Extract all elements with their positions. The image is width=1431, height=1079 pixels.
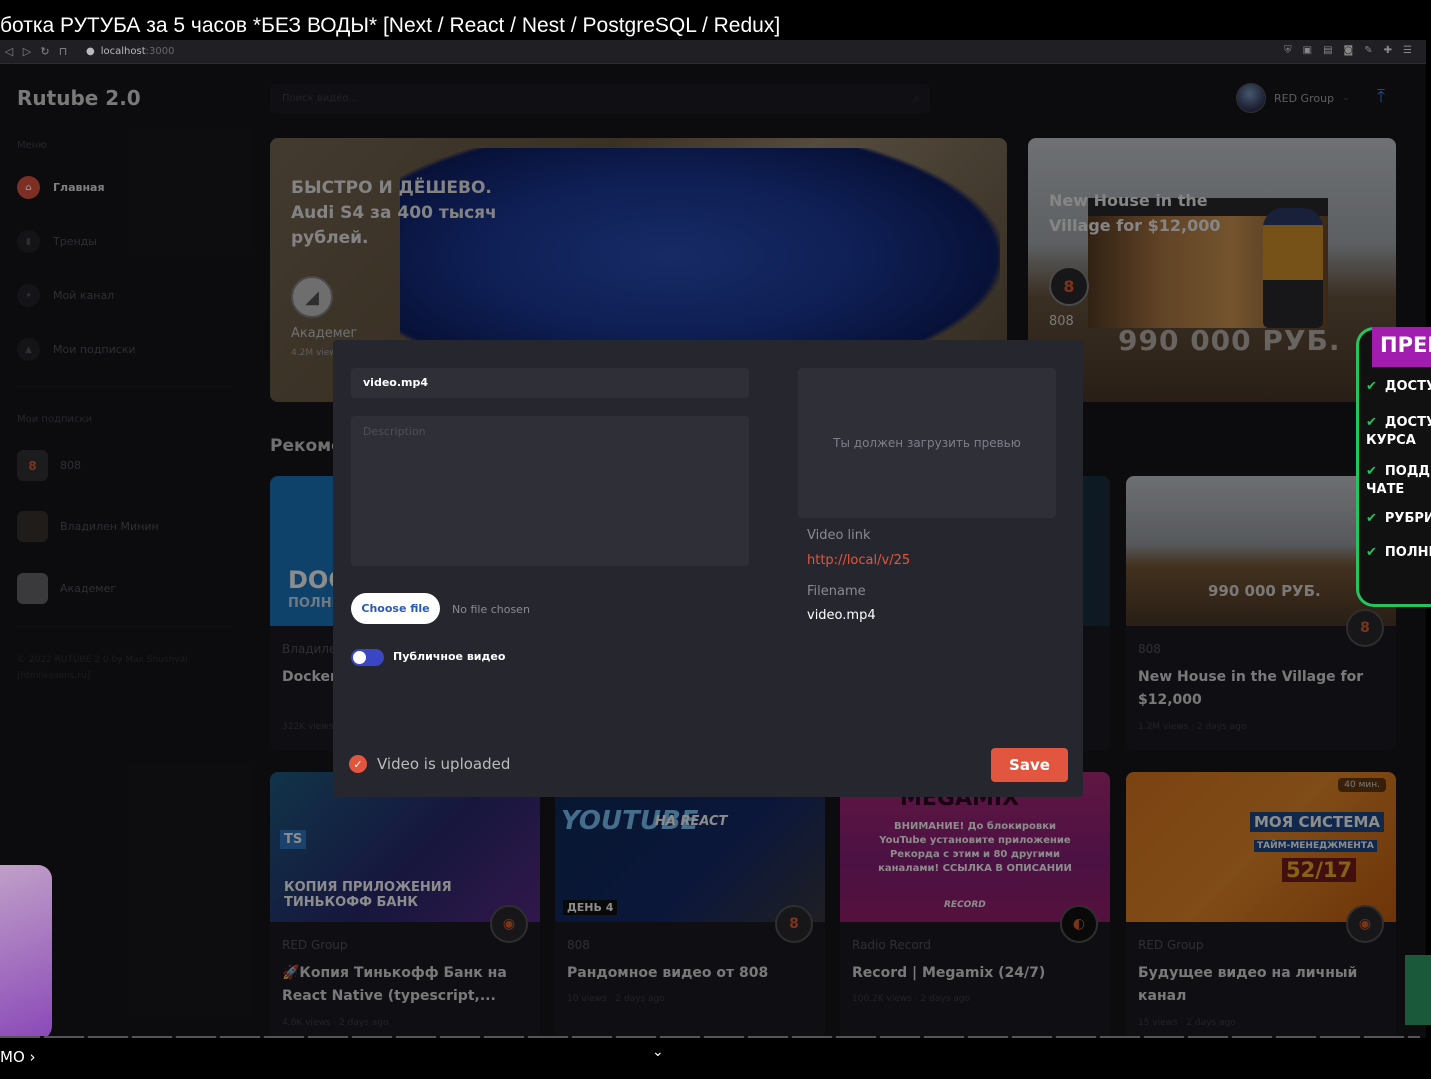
forward-icon[interactable]: ▷ (18, 45, 36, 58)
video-title: ботка РУТУБА за 5 часов *БЕЗ ВОДЫ* [Next… (0, 14, 781, 37)
promo-item: ✔ ПОЛНЫ (1366, 544, 1431, 562)
back-icon[interactable]: ◁ (0, 45, 18, 58)
side-tab[interactable] (0, 865, 52, 1040)
promo-item: ✔ ДОСТУ КУРСА (1366, 414, 1431, 450)
filename-value: video.mp4 (807, 608, 876, 623)
puzzle-icon[interactable]: ✚ (1384, 45, 1392, 56)
check-icon: ✓ (349, 755, 367, 773)
video-name-input[interactable]: video.mp4 (351, 368, 749, 398)
browser-window: ◁ ▷ ↻ ⊓ ● localhost:3000 ⛨ ▣ ▤ ◙ ✎ ✚ ☰ R… (0, 40, 1426, 1040)
bottom-link[interactable]: МО › (0, 1048, 36, 1066)
decorative-panel (1405, 955, 1431, 1025)
address-bar[interactable]: ● localhost:3000 (86, 46, 174, 57)
url-port: :3000 (145, 46, 175, 57)
thumbnail-upload-area[interactable]: Ты должен загрузить превью (798, 368, 1056, 518)
video-link[interactable]: http://local/v/25 (807, 553, 910, 568)
save-button[interactable]: Save (991, 748, 1068, 782)
url-host: localhost (100, 46, 146, 57)
upload-status: ✓ Video is uploaded (349, 755, 510, 773)
promo-item: ✔ ДОСТУ (1366, 378, 1431, 396)
shield-icon[interactable]: ⛨ (1284, 45, 1292, 56)
promo-text: ПОЛНЫ (1384, 545, 1431, 560)
description-input[interactable]: Description (351, 416, 749, 566)
bookmark-icon[interactable]: ⊓ (54, 45, 72, 58)
filename-label: Filename (807, 584, 866, 599)
check-icon: ✔ (1366, 545, 1377, 560)
promo-text: РУБРИ (1384, 511, 1431, 526)
extension-icon[interactable]: ▣ (1303, 45, 1312, 56)
app: Rutube 2.0 Меню ⌂ Главная ▮ Тренды ✦ Мой… (0, 64, 1426, 1040)
player-controls (0, 1038, 1431, 1079)
preview-placeholder: Ты должен загрузить превью (833, 436, 1021, 450)
upload-modal: video.mp4 Description Choose file No fil… (333, 340, 1083, 797)
reload-icon[interactable]: ↻ (36, 45, 54, 58)
menu-icon[interactable]: ☰ (1403, 45, 1412, 56)
public-toggle[interactable] (351, 649, 384, 666)
info-icon: ● (86, 46, 95, 57)
upload-status-text: Video is uploaded (377, 755, 511, 773)
promo-item: ✔ПОДДЕ ЧАТЕ (1366, 463, 1431, 499)
toggle-knob (353, 651, 366, 664)
extensions-area: ⛨ ▣ ▤ ◙ ✎ ✚ ☰ (1284, 45, 1412, 56)
promo-text: ДОСТУ (1384, 379, 1431, 394)
video-link-label: Video link (807, 528, 871, 543)
pen-icon[interactable]: ✎ (1364, 45, 1372, 56)
promo-header: ПРЕМ (1372, 327, 1431, 367)
check-icon: ✔ (1366, 415, 1377, 430)
choose-file-button[interactable]: Choose file (351, 593, 440, 624)
check-icon: ✔ (1366, 511, 1377, 526)
extension-icon[interactable]: ▤ (1323, 45, 1332, 56)
promo-item: ✔ РУБРИ (1366, 510, 1431, 528)
check-icon: ✔ (1366, 379, 1377, 394)
browser-toolbar: ◁ ▷ ↻ ⊓ ● localhost:3000 ⛨ ▣ ▤ ◙ ✎ ✚ ☰ (0, 40, 1426, 64)
camera-icon[interactable]: ◙ (1344, 45, 1354, 56)
file-status: No file chosen (452, 603, 530, 616)
chevron-down-icon[interactable]: ⌄ (652, 1044, 664, 1060)
public-toggle-label: Публичное видео (393, 650, 506, 663)
check-icon: ✔ (1366, 464, 1377, 479)
